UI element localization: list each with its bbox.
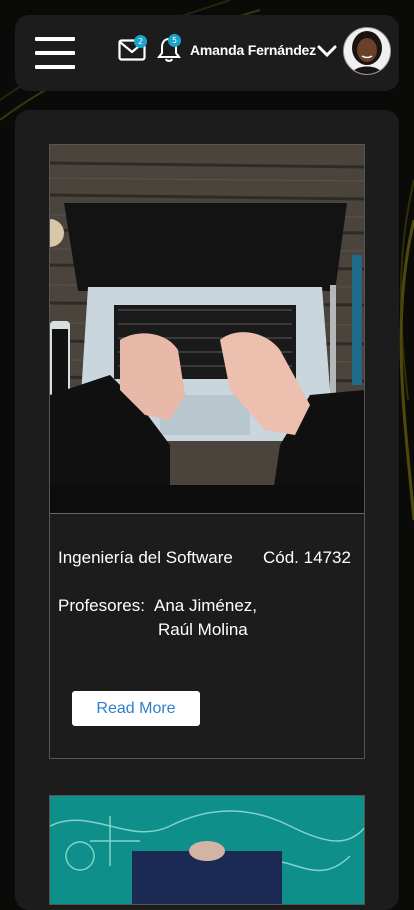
user-name[interactable]: Amanda Fernández — [190, 42, 316, 58]
professors-label: Profesores: — [58, 596, 145, 615]
hamburger-menu-icon[interactable] — [35, 37, 75, 71]
course-code: Cód. 14732 — [263, 548, 351, 567]
course-card — [49, 795, 365, 905]
read-more-button[interactable]: Read More — [72, 691, 200, 726]
course-image — [50, 145, 364, 514]
avatar-image — [344, 28, 390, 74]
avatar[interactable] — [343, 27, 391, 75]
course-card: Ingeniería del Software Cód. 14732 Profe… — [49, 144, 365, 759]
course-image — [50, 796, 364, 904]
course-name: Ingeniería del Software — [58, 548, 233, 567]
notification-count-badge: 5 — [168, 34, 181, 47]
professor-name: Ana Jiménez, — [154, 596, 257, 615]
mail-count-badge: 2 — [134, 35, 147, 48]
chevron-down-icon[interactable] — [317, 44, 337, 58]
top-navigation-bar: 2 5 Amanda Fernández — [15, 15, 399, 91]
professor-name: Raúl Molina — [158, 620, 248, 639]
